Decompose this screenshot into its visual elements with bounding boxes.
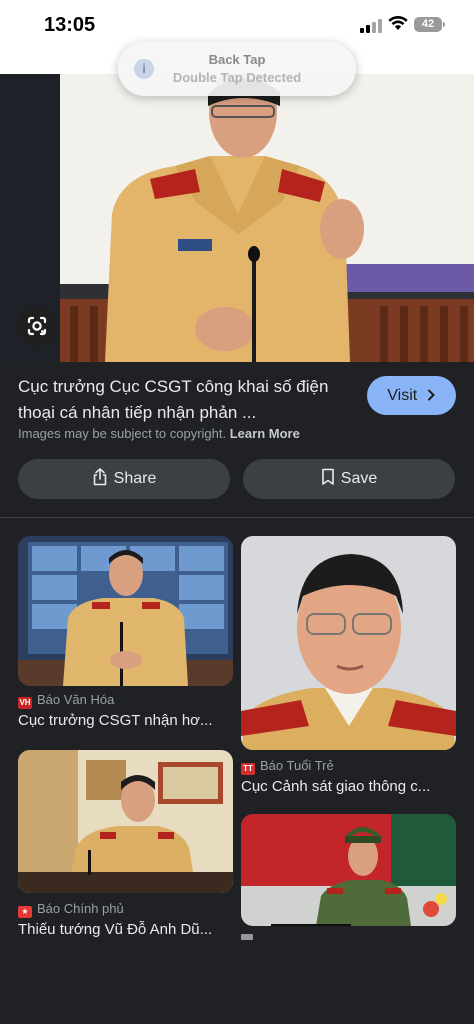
related-source-name: Báo Tuổi Trẻ [260,758,334,773]
related-source-name: Báo Văn Hóa [37,692,115,707]
officer-seated-photo [18,750,233,893]
cellular-signal-icon [360,19,382,33]
related-source: ★ Báo Chính phủ [18,901,124,918]
police-event-photo [241,814,456,926]
related-title[interactable]: Cục Cảnh sát giao thông c... [241,778,456,795]
related-source-name: Báo Chính phủ [37,901,124,916]
image-caption[interactable]: Cục trưởng Cục CSGT công khai số điện th… [18,374,348,426]
battery-cap [443,22,445,27]
learn-more-link[interactable]: Learn More [230,426,300,441]
chevron-right-icon [427,389,435,401]
visit-button[interactable]: Visit [367,376,456,415]
share-icon [93,468,106,486]
bookmark-icon [321,468,334,485]
copyright-notice: Images may be subject to copyright. Lear… [18,426,300,441]
officer-portrait-photo [241,536,456,750]
section-divider [0,517,474,518]
related-title[interactable]: Cục trưởng CSGT nhận hơ... [18,712,233,729]
related-source: VH Báo Văn Hóa [18,692,114,709]
back-tap-toast: i Back Tap Double Tap Detected [118,42,356,96]
google-lens-icon [27,316,47,336]
bao-tuoi-tre-logo: TT [241,763,255,775]
status-time: 13:05 [44,14,96,36]
wifi-icon [388,15,408,30]
toast-subtitle: Double Tap Detected [172,70,302,85]
related-thumbnail[interactable] [18,750,233,893]
copyright-text: Images may be subject to copyright. [18,426,227,441]
related-thumbnail[interactable] [241,536,456,750]
toast-title: Back Tap [208,52,266,67]
visit-label: Visit [387,387,418,404]
share-label: Share [113,470,157,487]
related-source-favicon-partial [241,934,253,940]
save-button[interactable]: Save [243,459,455,499]
bao-chinh-phu-logo: ★ [18,906,32,918]
traffic-control-room-photo [18,536,233,686]
related-source: TT Báo Tuổi Trẻ [241,758,334,775]
selected-image[interactable] [0,74,474,362]
share-button[interactable]: Share [18,459,230,499]
officer-photo [0,74,474,362]
related-thumbnail[interactable] [18,536,233,686]
related-title[interactable]: Thiếu tướng Vũ Đỗ Anh Dũ... [18,921,233,938]
save-label: Save [340,470,378,487]
google-lens-button[interactable] [17,306,57,346]
related-thumbnail[interactable] [241,814,456,926]
battery-icon: 42 [414,17,442,32]
bao-van-hoa-logo: VH [18,697,32,709]
